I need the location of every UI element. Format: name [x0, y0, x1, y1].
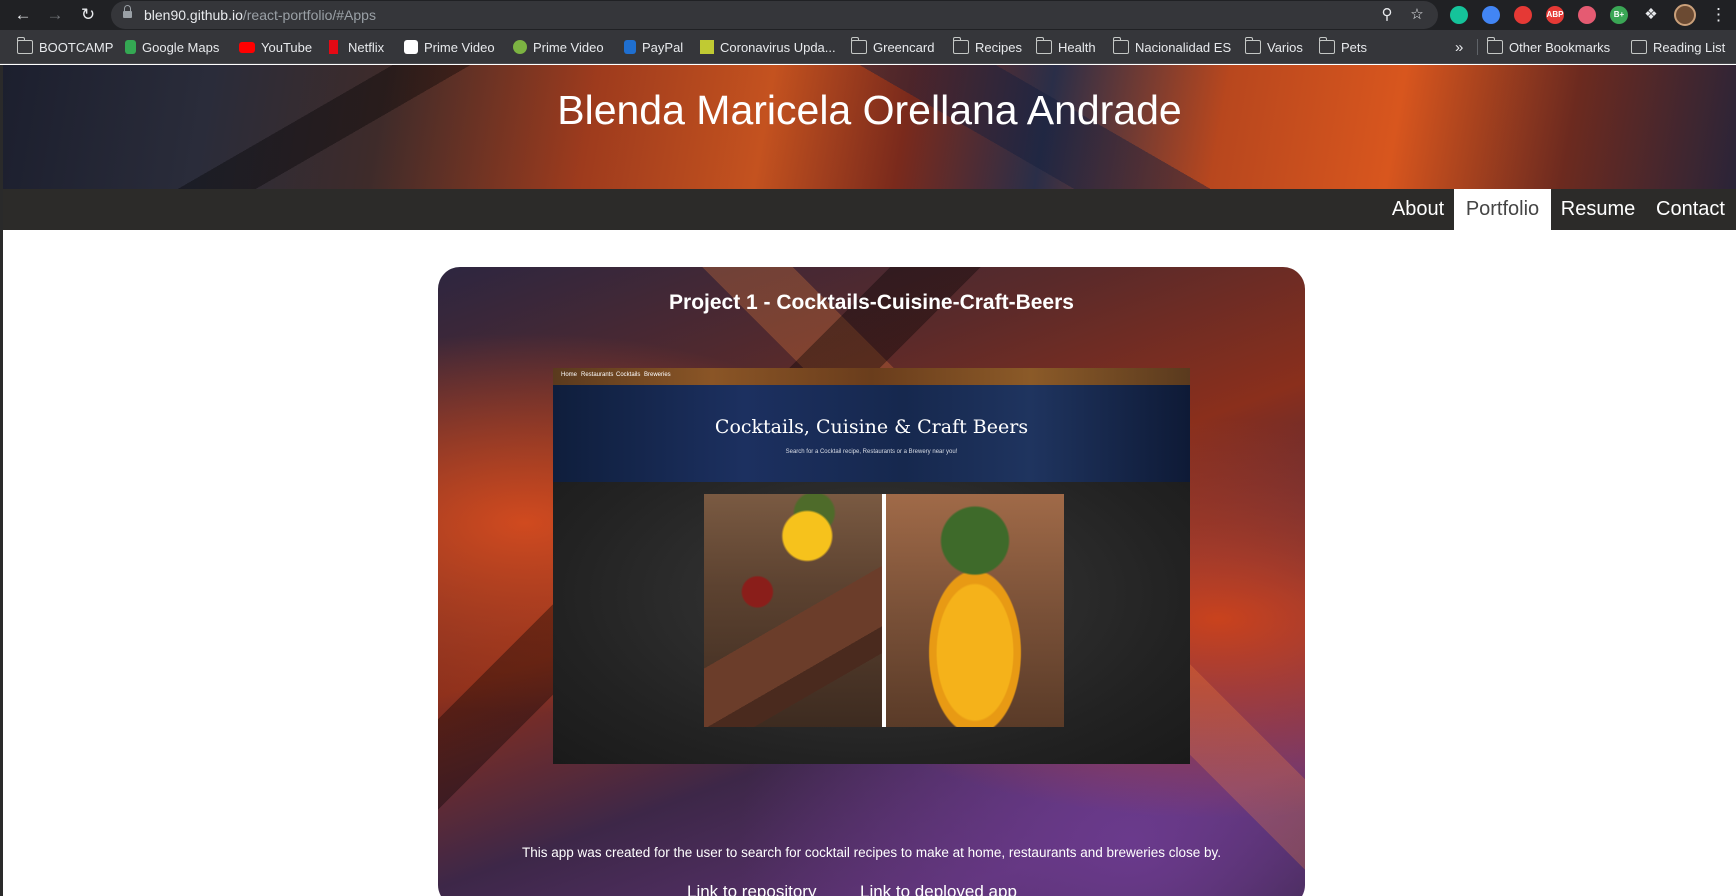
bookmark-label: Recipes — [975, 39, 1022, 55]
bookmark-label: Greencard — [873, 39, 935, 55]
screenshot-nav-item: Breweries — [644, 372, 671, 378]
screenshot-nav-item: Cocktails — [616, 372, 641, 378]
screenshot-nav-item: Restaurants — [581, 372, 614, 378]
project-screenshot: Home Restaurants Cocktails Breweries Coc… — [553, 368, 1190, 764]
screenshot-title: Cocktails, Cuisine & Craft Beers — [714, 416, 1029, 438]
hero-banner: Blenda Maricela Orellana Andrade — [3, 65, 1736, 189]
folder-icon — [1036, 37, 1052, 54]
screenshot-nav-item: Home — [561, 372, 578, 378]
bookmark-label: Prime Video — [424, 39, 495, 55]
bookmark-item[interactable]: Netflix — [329, 37, 384, 57]
paypal-icon — [624, 40, 636, 54]
bookmark-item[interactable]: Pets — [1319, 37, 1367, 57]
video-icon[interactable] — [1578, 6, 1596, 24]
chrome-color-icon[interactable] — [1482, 6, 1500, 24]
deployed-app-link[interactable]: Link to deployed app — [860, 882, 1017, 896]
bookmark-label: Prime Video — [533, 39, 604, 55]
zoom-icon[interactable]: ⚲ — [1378, 6, 1396, 24]
bookmark-label: Pets — [1341, 39, 1368, 55]
url-text[interactable]: blen90.github.io/react-portfolio/#Apps — [144, 7, 376, 23]
bookmarks-divider — [1477, 39, 1478, 55]
bookmark-label: YouTube — [261, 39, 313, 55]
bookmark-item[interactable]: Health — [1036, 37, 1096, 57]
screenshot-header: Cocktails, Cuisine & Craft Beers Search … — [553, 385, 1190, 482]
bookmark-label: Google Maps — [142, 39, 220, 55]
url-path: /react-portfolio/#Apps — [242, 7, 376, 23]
nav-contact[interactable]: Contact — [1645, 189, 1736, 230]
folder-icon — [1487, 37, 1503, 54]
bookmark-item[interactable]: Greencard — [851, 37, 934, 57]
bookmark-item[interactable]: Google Maps — [125, 37, 219, 57]
bookmark-label: Health — [1058, 39, 1096, 55]
site-title: Blenda Maricela Orellana Andrade — [557, 87, 1182, 133]
bookmark-label: Netflix — [348, 39, 385, 55]
forward-icon[interactable]: → — [43, 3, 67, 27]
site-navbar: About Portfolio Resume Contact — [3, 189, 1736, 230]
page-content: Blenda Maricela Orellana Andrade About P… — [0, 65, 1736, 896]
bookmark-item[interactable]: Recipes — [953, 37, 1022, 57]
bookmark-item[interactable]: Nacionalidad ES — [1113, 37, 1231, 57]
bookmarks-overflow-icon[interactable]: » — [1455, 37, 1463, 57]
bookmark-item[interactable]: Prime Video — [513, 37, 604, 57]
folder-icon — [1245, 37, 1261, 54]
google-maps-icon — [125, 40, 136, 54]
extensions-puzzle-icon[interactable]: ❖ — [1642, 6, 1660, 24]
bookmark-item[interactable]: Coronavirus Upda... — [700, 37, 836, 57]
profile-avatar[interactable] — [1674, 4, 1696, 26]
bookmark-label: Varios — [1267, 39, 1303, 55]
screenshot-navbar: Home Restaurants Cocktails Breweries — [553, 368, 1190, 385]
browser-toolbar: ← → ↻ blen90.github.io/react-portfolio/#… — [0, 0, 1736, 30]
nav-portfolio[interactable]: Portfolio — [1454, 189, 1551, 230]
bookmark-label: PayPal — [642, 39, 684, 55]
repository-link[interactable]: Link to repository — [687, 882, 816, 896]
hand-icon[interactable] — [1514, 6, 1532, 24]
bookmark-label: Nacionalidad ES — [1135, 39, 1232, 55]
project-card: Project 1 - Cocktails-Cuisine-Craft-Beer… — [438, 267, 1305, 896]
grammarly-icon[interactable] — [1450, 6, 1468, 24]
bookmarks-bar: BOOTCAMP Google Maps YouTube Netflix Pri… — [0, 30, 1736, 64]
url-host: blen90.github.io — [144, 7, 243, 23]
nav-about[interactable]: About — [1381, 189, 1455, 230]
reading-list[interactable]: Reading List — [1631, 37, 1725, 57]
address-bar[interactable]: blen90.github.io/react-portfolio/#Apps ⚲… — [111, 1, 1438, 29]
folder-icon — [851, 37, 867, 54]
folder-icon — [953, 37, 969, 54]
nav-resume[interactable]: Resume — [1551, 189, 1645, 230]
other-bookmarks[interactable]: Other Bookmarks — [1487, 37, 1610, 57]
amazon-icon — [404, 40, 418, 54]
youtube-icon — [239, 41, 255, 53]
prime-video-icon — [513, 40, 527, 54]
food-cocktail-photo — [704, 494, 882, 727]
bookmark-label: Coronavirus Upda... — [720, 39, 836, 55]
bookmark-item[interactable]: BOOTCAMP — [17, 37, 113, 57]
reading-list-icon — [1631, 40, 1647, 54]
bookmark-item[interactable]: Varios — [1245, 37, 1303, 57]
bookmark-label: Reading List — [1653, 39, 1726, 55]
adblock-icon[interactable]: ABP — [1546, 6, 1564, 24]
bookmark-label: BOOTCAMP — [39, 39, 114, 55]
cocktail-glass-photo — [886, 494, 1064, 727]
project-description: This app was created for the user to sea… — [521, 845, 1222, 860]
lock-icon — [123, 5, 132, 20]
screenshot-body — [553, 482, 1190, 764]
coronavirus-icon — [700, 40, 714, 54]
bookmark-item[interactable]: YouTube — [239, 37, 312, 57]
bookmark-label: Other Bookmarks — [1509, 39, 1611, 55]
bookmark-item[interactable]: Prime Video — [404, 37, 495, 57]
screenshot-subtitle: Search for a Cocktail recipe, Restaurant… — [785, 449, 958, 455]
bookmark-star-icon[interactable]: ☆ — [1408, 6, 1426, 24]
bookmark-item[interactable]: PayPal — [624, 37, 683, 57]
folder-icon — [17, 37, 33, 54]
folder-icon — [1319, 37, 1335, 54]
reload-icon[interactable]: ↻ — [76, 3, 100, 27]
bplus-icon[interactable]: B+ — [1610, 6, 1628, 24]
netflix-icon — [329, 40, 338, 54]
browser-menu-icon[interactable]: ⋮ — [1710, 4, 1727, 26]
back-icon[interactable]: ← — [11, 3, 35, 27]
folder-icon — [1113, 37, 1129, 54]
project-title: Project 1 - Cocktails-Cuisine-Craft-Beer… — [669, 291, 1074, 314]
